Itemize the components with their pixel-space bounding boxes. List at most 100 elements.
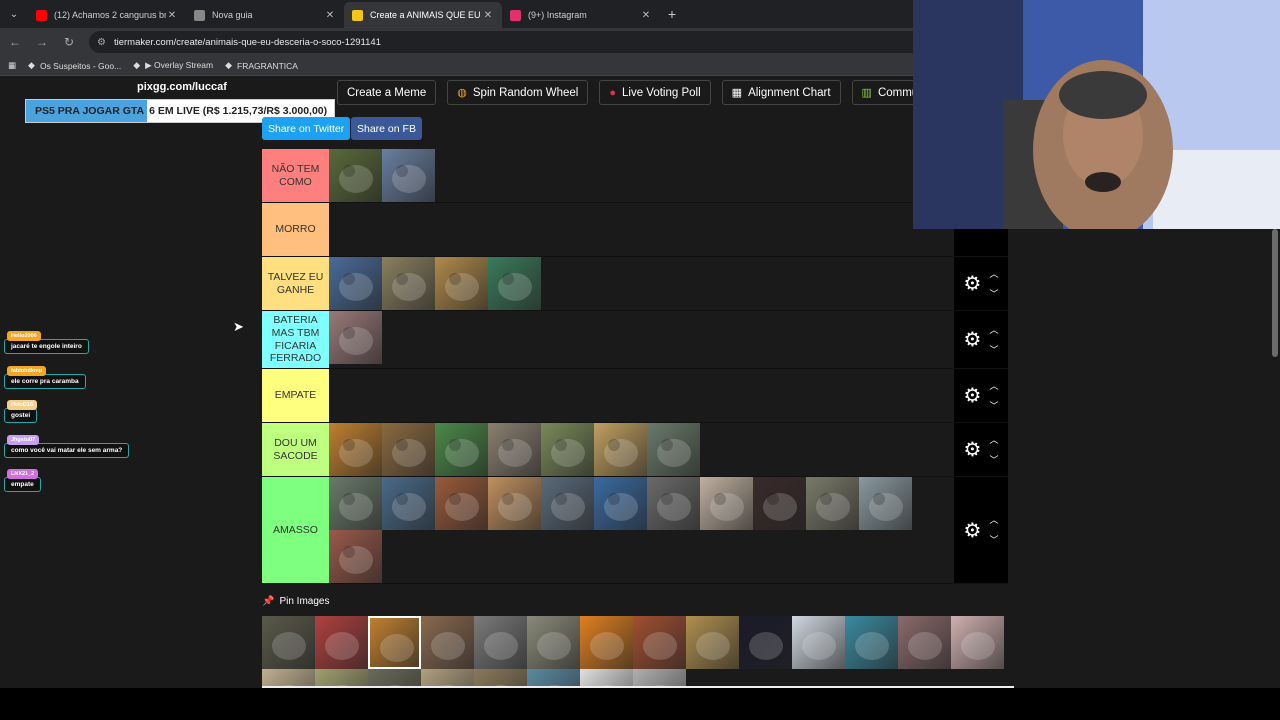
pin-images-toggle[interactable]: 📌 Pin Images (262, 596, 329, 607)
animal-image[interactable] (382, 477, 435, 530)
tier-items[interactable] (329, 203, 954, 256)
top-button-4[interactable]: ▦ Alignment Chart (721, 80, 841, 105)
gear-icon[interactable]: ⚙ (964, 437, 982, 462)
pool-animal-image[interactable] (580, 616, 633, 669)
pool-animal-image[interactable] (898, 616, 951, 669)
pool-animal-image[interactable] (951, 616, 1004, 669)
tier-label[interactable]: NÃO TEM COMO (262, 149, 329, 202)
animal-image[interactable] (382, 257, 435, 310)
share-fb-button[interactable]: Share on FB (351, 117, 422, 140)
pool-animal-image[interactable] (739, 616, 792, 669)
animal-image[interactable] (488, 477, 541, 530)
forward-icon[interactable]: → (30, 35, 54, 49)
animal-image[interactable] (329, 423, 382, 476)
animal-image[interactable] (647, 423, 700, 476)
tier-label[interactable]: TALVEZ EU GANHE (262, 257, 329, 310)
apps-icon[interactable]: ▦ (8, 60, 16, 71)
chevron-up-icon[interactable]: ︿ (989, 264, 998, 284)
animal-image[interactable] (329, 477, 382, 530)
pool-animal-image[interactable] (527, 616, 580, 669)
gear-icon[interactable]: ⚙ (964, 383, 982, 408)
tier-label[interactable]: DOU UM SACODE (262, 423, 329, 476)
pool-animal-image[interactable] (792, 616, 845, 669)
new-tab-button[interactable]: + (660, 2, 684, 28)
animal-image[interactable] (753, 477, 806, 530)
pool-animal-image[interactable] (421, 616, 474, 669)
chevron-down-icon[interactable]: ﹀ (989, 284, 998, 304)
tier-label[interactable]: BATERIA MAS TBM FICARIA FERRADO (262, 311, 329, 368)
pool-animal-image[interactable] (368, 616, 421, 669)
site-info-icon[interactable]: ⚙ (97, 37, 106, 48)
bookmark-item[interactable]: ◆ FRAGRANTICA (225, 60, 298, 71)
tier-items[interactable] (329, 257, 954, 310)
top-button-2[interactable]: ◍ Spin Random Wheel (447, 80, 589, 105)
pool-animal-image[interactable] (686, 616, 739, 669)
animal-image[interactable] (435, 477, 488, 530)
tiermaker-icon (352, 9, 363, 21)
animal-image[interactable] (594, 477, 647, 530)
chat-text: gostei (4, 408, 38, 423)
close-tab-icon[interactable]: ✕ (640, 10, 652, 21)
chevron-down-icon[interactable]: ﹀ (989, 396, 998, 416)
animal-image[interactable] (329, 530, 382, 583)
tier-items[interactable] (329, 369, 954, 422)
bookmark-item[interactable]: ◆ Os Suspeitos - Goo... (28, 60, 121, 71)
animal-image[interactable] (435, 423, 488, 476)
animal-image[interactable] (488, 423, 541, 476)
gear-icon[interactable]: ⚙ (964, 518, 982, 543)
animal-image[interactable] (382, 423, 435, 476)
pool-animal-image[interactable] (474, 616, 527, 669)
animal-image[interactable] (647, 477, 700, 530)
animal-image[interactable] (541, 477, 594, 530)
chevron-down-icon[interactable]: ﹀ (989, 450, 998, 470)
reload-icon[interactable]: ↻ (57, 35, 81, 49)
animal-image[interactable] (859, 477, 912, 530)
tab-search-icon[interactable]: ⌄ (0, 0, 28, 28)
chevron-down-icon[interactable]: ﹀ (989, 340, 998, 360)
chevron-up-icon[interactable]: ︿ (989, 376, 998, 396)
back-icon[interactable]: ← (3, 35, 27, 49)
chevron-up-icon[interactable]: ︿ (989, 510, 998, 530)
gear-icon[interactable]: ⚙ (964, 327, 982, 352)
gear-icon[interactable]: ⚙ (964, 271, 982, 296)
bookmark-item[interactable]: ◆ ▶ Overlay Stream (133, 60, 213, 71)
tier-items[interactable] (329, 423, 954, 476)
browser-tab[interactable]: Nova guia ✕ (186, 2, 344, 28)
browser-tab[interactable]: (9+) Instagram ✕ (502, 2, 660, 28)
share-twitter-button[interactable]: Share on Twitter (262, 117, 351, 140)
close-tab-icon[interactable]: ✕ (166, 10, 178, 21)
address-bar[interactable]: ⚙ tiermaker.com/create/animais-que-eu-de… (89, 31, 929, 53)
tier-items[interactable] (329, 477, 954, 583)
vertical-scrollbar-thumb[interactable] (1272, 229, 1278, 357)
animal-image[interactable] (329, 311, 382, 364)
animal-image[interactable] (382, 149, 435, 202)
chat-message: LNX21_2 empate (4, 469, 41, 492)
tier-label[interactable]: MORRO (262, 203, 329, 256)
browser-tab[interactable]: Create a ANIMAIS QUE EU DESC✕ (344, 2, 502, 28)
animal-image[interactable] (700, 477, 753, 530)
animal-image[interactable] (488, 257, 541, 310)
animal-image[interactable] (541, 423, 594, 476)
close-tab-icon[interactable]: ✕ (324, 10, 336, 21)
vertical-scrollbar[interactable] (1270, 229, 1280, 688)
tier-items[interactable] (329, 149, 954, 202)
pool-animal-image[interactable] (262, 616, 315, 669)
chevron-up-icon[interactable]: ︿ (989, 430, 998, 450)
close-tab-icon[interactable]: ✕ (482, 10, 494, 21)
animal-image[interactable] (435, 257, 488, 310)
chevron-up-icon[interactable]: ︿ (989, 320, 998, 340)
pool-animal-image[interactable] (845, 616, 898, 669)
animal-image[interactable] (329, 257, 382, 310)
pool-animal-image[interactable] (633, 616, 686, 669)
tier-label[interactable]: AMASSO (262, 477, 329, 583)
animal-image[interactable] (329, 149, 382, 202)
pool-animal-image[interactable] (315, 616, 368, 669)
tier-label[interactable]: EMPATE (262, 369, 329, 422)
top-button-3[interactable]: ● Live Voting Poll (599, 80, 711, 105)
tier-items[interactable] (329, 311, 954, 368)
animal-image[interactable] (594, 423, 647, 476)
top-button-1[interactable]: Create a Meme (337, 80, 437, 105)
chevron-down-icon[interactable]: ﹀ (989, 530, 998, 550)
browser-tab[interactable]: (12) Achamos 2 cangurus brigand✕ (28, 2, 186, 28)
animal-image[interactable] (806, 477, 859, 530)
